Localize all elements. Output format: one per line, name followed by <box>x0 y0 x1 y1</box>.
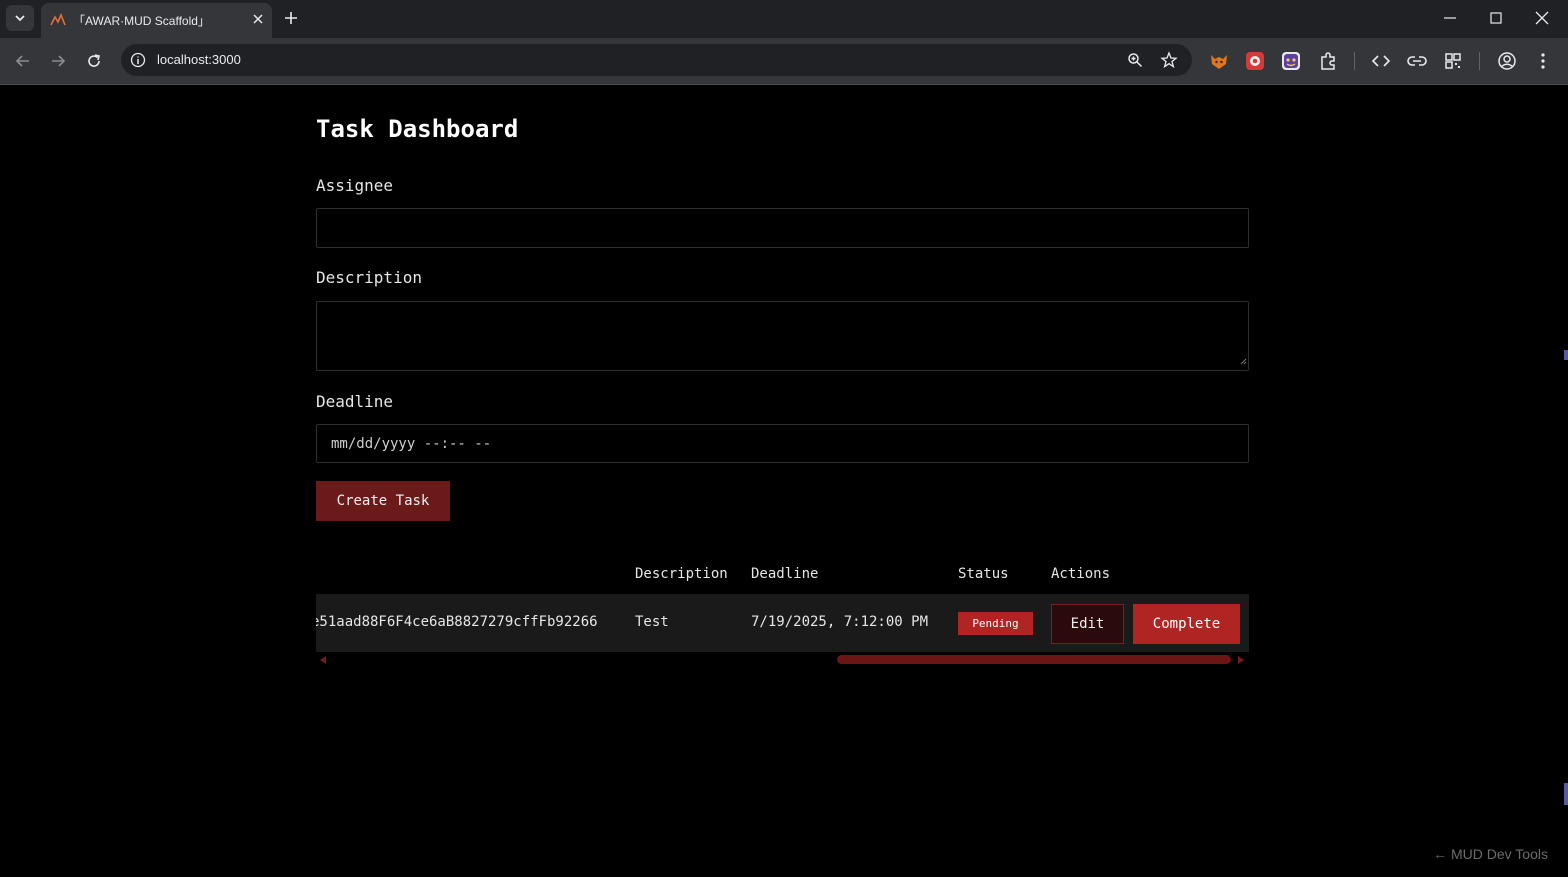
extensions-icon[interactable] <box>1318 51 1338 76</box>
forward-icon[interactable] <box>49 52 67 75</box>
scroll-right-arrow[interactable] <box>1238 656 1244 664</box>
qr-icon[interactable] <box>1443 51 1463 76</box>
assignee-input[interactable] <box>316 208 1249 248</box>
close-window-icon[interactable] <box>1535 9 1549 32</box>
header-status: Status <box>958 566 1009 582</box>
table-row: e51aad88F6F4ce6aB8827279cffFb92266 Test … <box>316 594 1249 652</box>
toolbar-separator <box>1354 52 1355 70</box>
zoom-icon[interactable] <box>1127 52 1143 73</box>
create-task-button[interactable]: Create Task <box>316 481 450 521</box>
cell-assignee: e51aad88F6F4ce6aB8827279cffFb92266 <box>316 614 598 630</box>
resize-handle-icon[interactable] <box>1239 350 1247 369</box>
scroll-left-arrow[interactable] <box>320 656 326 664</box>
edge-marker <box>1564 350 1568 360</box>
maximize-icon[interactable] <box>1489 9 1503 32</box>
fox-extension-icon[interactable] <box>1209 51 1229 76</box>
page-title: Task Dashboard <box>316 115 519 143</box>
link-icon[interactable] <box>1407 51 1427 76</box>
star-icon[interactable] <box>1160 51 1178 74</box>
deadline-label: Deadline <box>316 392 394 411</box>
header-deadline: Deadline <box>751 566 819 582</box>
face-extension-icon[interactable] <box>1281 51 1301 76</box>
tab-list-icon[interactable] <box>6 5 34 31</box>
cell-deadline: 7/19/2025, 7:12:00 PM <box>751 614 929 630</box>
toolbar-separator <box>1479 52 1480 70</box>
description-label: Description <box>316 268 422 287</box>
profile-icon[interactable] <box>1497 51 1517 76</box>
info-icon[interactable] <box>130 52 146 73</box>
page-content: Task Dashboard Assignee Description Dead… <box>0 85 1568 877</box>
favicon-icon <box>50 12 66 32</box>
horizontal-scrollbar-thumb[interactable] <box>837 655 1231 664</box>
deadline-placeholder: mm/dd/yyyy --:-- -- <box>331 436 492 452</box>
tab-strip: 「AWAR·MUD Scaffold」 <box>0 0 1568 38</box>
browser-tab[interactable]: 「AWAR·MUD Scaffold」 <box>41 3 272 38</box>
complete-button[interactable]: Complete <box>1133 604 1240 644</box>
assignee-label: Assignee <box>316 176 394 195</box>
tab-title: 「AWAR·MUD Scaffold」 <box>73 14 210 28</box>
code-icon[interactable] <box>1371 51 1391 76</box>
description-textarea[interactable] <box>316 301 1249 371</box>
close-icon[interactable] <box>252 12 264 30</box>
header-description: Description <box>635 566 728 582</box>
red-extension-icon[interactable] <box>1245 51 1265 76</box>
back-icon[interactable] <box>14 52 32 75</box>
cell-description: Test <box>635 614 669 630</box>
mud-dev-tools-link[interactable]: ← MUD Dev Tools <box>1433 846 1548 862</box>
edit-button[interactable]: Edit <box>1051 604 1124 644</box>
edge-marker <box>1564 783 1568 805</box>
reload-icon[interactable] <box>85 52 103 75</box>
url-text[interactable]: localhost:3000 <box>157 52 241 67</box>
address-bar[interactable]: localhost:3000 <box>121 44 1192 76</box>
header-actions: Actions <box>1051 566 1111 582</box>
plus-icon[interactable] <box>282 9 300 32</box>
deadline-input[interactable]: mm/dd/yyyy --:-- -- <box>316 424 1249 463</box>
minimize-icon[interactable] <box>1443 9 1457 32</box>
status-badge: Pending <box>958 612 1033 635</box>
kebab-menu-icon[interactable] <box>1533 51 1553 76</box>
browser-toolbar: localhost:3000 <box>0 38 1568 84</box>
